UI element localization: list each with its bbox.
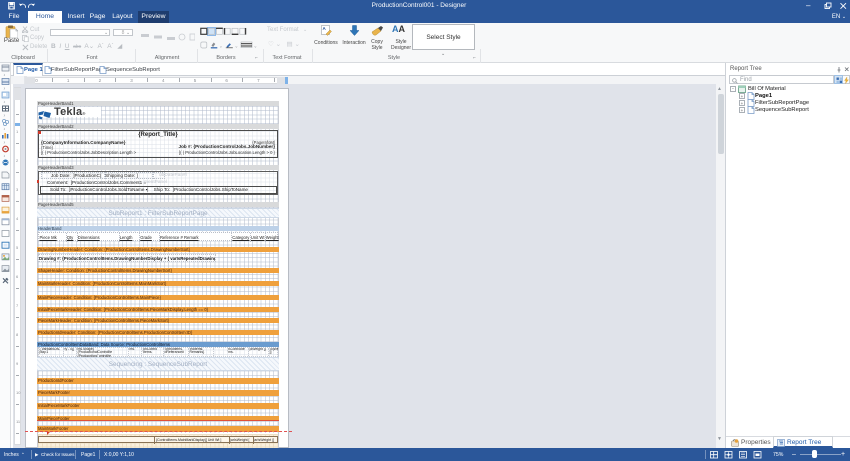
svg-text:⌄: ⌄ bbox=[235, 44, 239, 49]
svg-text:›: › bbox=[4, 140, 6, 146]
svg-text:⌄: ⌄ bbox=[254, 44, 258, 49]
svg-text:›: › bbox=[4, 100, 6, 106]
svg-text:⌄: ⌄ bbox=[219, 44, 223, 49]
svg-text:›: › bbox=[4, 86, 6, 92]
svg-text:›: › bbox=[4, 127, 6, 133]
svg-text:›: › bbox=[4, 113, 6, 119]
svg-text:›: › bbox=[4, 73, 6, 79]
svg-text:›: › bbox=[4, 154, 6, 160]
